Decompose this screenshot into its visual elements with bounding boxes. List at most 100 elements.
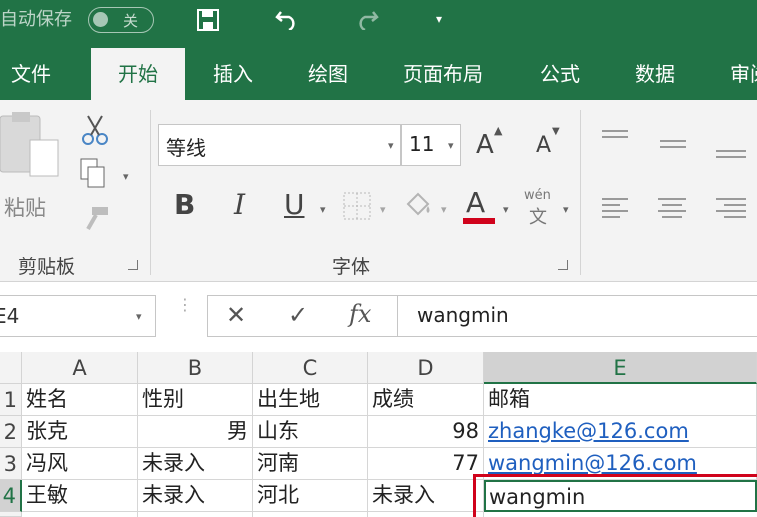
borders-dropdown-icon[interactable]: ▾: [380, 203, 386, 216]
redo-icon[interactable]: [352, 0, 382, 45]
underline-button[interactable]: U: [284, 188, 305, 221]
tab-formulas[interactable]: 公式: [525, 48, 595, 100]
cell-e2[interactable]: zhangke@126.com: [484, 416, 757, 448]
cell-c3[interactable]: 河南: [253, 448, 368, 480]
cell-a1[interactable]: 姓名: [22, 384, 138, 416]
phonetic-guide-top[interactable]: wén: [524, 188, 551, 203]
chevron-down-icon: ▾: [136, 310, 142, 323]
formula-bar: E4 ▾ ⋮ ✕ ✓ fx wangmin: [0, 283, 757, 352]
align-top-icon[interactable]: [602, 130, 628, 138]
cell-b4[interactable]: 未录入: [138, 480, 253, 512]
cell-a2[interactable]: 张克: [22, 416, 138, 448]
phonetic-dropdown-icon[interactable]: ▾: [563, 203, 569, 216]
drag-handle-icon[interactable]: ⋮: [177, 297, 193, 313]
cell-e1[interactable]: 邮箱: [484, 384, 757, 416]
autosave-label: 自动保存: [0, 9, 72, 30]
group-divider: [580, 110, 581, 275]
undo-icon[interactable]: [272, 0, 302, 45]
cell-a5[interactable]: [22, 512, 138, 517]
cell-c5[interactable]: [253, 512, 368, 517]
row-header-5[interactable]: [0, 512, 22, 517]
font-name-dropdown[interactable]: 等线 ▾: [158, 124, 401, 166]
highlight-box: [473, 474, 757, 517]
caret-down-icon: ▼: [552, 126, 560, 137]
align-left-icon[interactable]: [602, 198, 628, 218]
cancel-entry-button[interactable]: ✕: [226, 301, 246, 329]
copy-icon[interactable]: [80, 158, 108, 194]
cell-c4[interactable]: 河北: [253, 480, 368, 512]
column-header-b[interactable]: B: [138, 352, 253, 384]
font-group-label: 字体: [332, 256, 371, 278]
fill-color-icon[interactable]: [404, 190, 434, 224]
align-right-icon[interactable]: [716, 198, 746, 218]
title-bar: 自动保存 关 ▾: [0, 0, 757, 40]
cell-b2[interactable]: 男: [138, 416, 253, 448]
phonetic-guide-button[interactable]: 文: [529, 203, 547, 229]
customize-icon[interactable]: ▾: [436, 12, 442, 26]
font-name-value: 等线: [166, 136, 206, 160]
font-launcher-icon[interactable]: [558, 260, 568, 270]
ribbon: 粘贴 ▾ 剪贴板 等线 ▾ 11 ▾ A ▲ A ▼ B I U ▾ ▾ ▾ A…: [0, 100, 757, 282]
copy-dropdown-icon[interactable]: ▾: [123, 170, 129, 183]
cell-a4[interactable]: 王敏: [22, 480, 138, 512]
name-box-value: E4: [0, 304, 20, 328]
cell-c2[interactable]: 山东: [253, 416, 368, 448]
row-header-1[interactable]: 1: [0, 384, 22, 416]
chevron-down-icon: ▾: [388, 139, 394, 152]
font-size-dropdown[interactable]: 11 ▾: [401, 124, 461, 166]
cell-b3[interactable]: 未录入: [138, 448, 253, 480]
bold-button[interactable]: B: [174, 188, 195, 221]
row-header-3[interactable]: 3: [0, 448, 22, 480]
formula-divider: [397, 296, 398, 336]
borders-icon[interactable]: [343, 192, 371, 224]
decrease-font-size-button[interactable]: A: [536, 133, 551, 158]
cell-d2[interactable]: 98: [368, 416, 484, 448]
tab-data[interactable]: 数据: [620, 48, 690, 100]
align-bottom-icon[interactable]: [716, 150, 746, 158]
tab-review[interactable]: 审阅: [722, 48, 757, 100]
chevron-down-icon: ▾: [448, 139, 454, 152]
select-all-corner[interactable]: [0, 352, 22, 384]
column-header-e[interactable]: E: [484, 352, 757, 384]
tab-page-layout[interactable]: 页面布局: [393, 48, 493, 100]
cell-a3[interactable]: 冯风: [22, 448, 138, 480]
column-header-c[interactable]: C: [253, 352, 368, 384]
column-header-d[interactable]: D: [368, 352, 484, 384]
row-header-4[interactable]: 4: [0, 480, 22, 512]
font-color-swatch: [463, 218, 495, 224]
name-box[interactable]: E4 ▾: [0, 295, 156, 337]
cell-c1[interactable]: 出生地: [253, 384, 368, 416]
confirm-entry-button[interactable]: ✓: [288, 301, 308, 329]
tab-draw[interactable]: 绘图: [293, 48, 363, 100]
increase-font-size-button[interactable]: A: [476, 130, 494, 160]
cell-b1[interactable]: 性别: [138, 384, 253, 416]
cell-b5[interactable]: [138, 512, 253, 517]
tab-insert[interactable]: 插入: [198, 48, 268, 100]
font-color-dropdown-icon[interactable]: ▾: [503, 203, 509, 216]
font-size-value: 11: [409, 132, 435, 156]
caret-up-icon: ▲: [494, 124, 503, 137]
clipboard-launcher-icon[interactable]: [128, 260, 138, 270]
cell-d3[interactable]: 77: [368, 448, 484, 480]
cell-d1[interactable]: 成绩: [368, 384, 484, 416]
row-header-2[interactable]: 2: [0, 416, 22, 448]
column-header-a[interactable]: A: [22, 352, 138, 384]
italic-button[interactable]: I: [234, 188, 245, 221]
fill-color-dropdown-icon[interactable]: ▾: [441, 203, 447, 216]
cut-icon[interactable]: [80, 114, 110, 150]
tab-home[interactable]: 开始: [91, 48, 185, 100]
format-painter-icon[interactable]: [82, 205, 110, 237]
underline-dropdown-icon[interactable]: ▾: [320, 203, 326, 216]
align-middle-icon[interactable]: [660, 140, 686, 148]
autosave-toggle[interactable]: 关: [88, 7, 154, 33]
tab-file[interactable]: 文件: [0, 48, 62, 100]
insert-function-button[interactable]: fx: [349, 300, 371, 328]
formula-input[interactable]: wangmin: [417, 303, 509, 327]
font-color-button[interactable]: A: [466, 186, 485, 219]
cell-d5[interactable]: [368, 512, 484, 517]
paste-label[interactable]: 粘贴: [4, 192, 46, 222]
cell-d4[interactable]: 未录入: [368, 480, 484, 512]
autosave-state: 关: [123, 12, 139, 30]
align-center-icon[interactable]: [658, 198, 686, 218]
paste-icon[interactable]: [0, 110, 62, 190]
